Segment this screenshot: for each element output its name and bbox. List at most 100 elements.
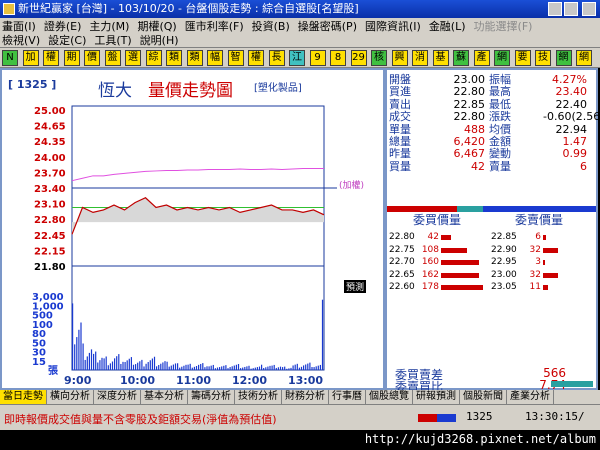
volume-tick-label: 15 (32, 357, 46, 368)
ask-row-0[interactable]: 22.85 6 (491, 231, 591, 243)
volume-bar (198, 364, 200, 370)
volume-bar (105, 356, 107, 370)
menu-item-6[interactable]: 操盤密碼(P) (298, 20, 357, 33)
close-button[interactable] (582, 2, 596, 16)
toolbar-button-15[interactable]: 9 (309, 50, 326, 66)
minimize-button[interactable] (548, 2, 562, 16)
depth-price: 23.00 (491, 269, 517, 280)
toolbar-button-25[interactable]: 要 (514, 50, 531, 66)
toolbar-button-2[interactable]: 權 (43, 50, 59, 66)
toolbar-button-23[interactable]: 產 (473, 50, 490, 66)
menu-item-4[interactable]: 匯市利率(F) (185, 20, 244, 33)
tab-11[interactable]: 產業分析 (507, 390, 554, 404)
volume-bar (258, 366, 261, 370)
menu-item-0[interactable]: 畫面(I) (2, 20, 36, 33)
menu-item-3[interactable]: 期權(Q) (137, 20, 176, 33)
menu-item-row2-1[interactable]: 設定(C) (48, 34, 86, 47)
toolbar-button-8[interactable]: 類 (166, 50, 182, 66)
toolbar-button-20[interactable]: 消 (412, 50, 428, 66)
toolbar-button-13[interactable]: 長 (268, 50, 285, 66)
toolbar-button-9[interactable]: 類 (186, 50, 203, 66)
toolbar-button-12[interactable]: 權 (248, 50, 264, 66)
tab-7[interactable]: 行事曆 (329, 390, 366, 404)
volume-bar (219, 367, 221, 370)
menu-item-2[interactable]: 主力(M) (89, 20, 129, 33)
toolbar-button-14[interactable]: 江 (289, 50, 305, 66)
toolbar-button-19[interactable]: 興 (391, 50, 408, 66)
menu-item-5[interactable]: 投資(B) (252, 20, 290, 33)
tab-3[interactable]: 基本分析 (141, 390, 188, 404)
toolbar-button-10[interactable]: 幅 (207, 50, 223, 66)
menu-item-7[interactable]: 國際資訊(I) (365, 20, 421, 33)
toolbar-button-11[interactable]: 智 (227, 50, 244, 66)
window-titlebar: 新世紀贏家 [台灣] - 103/10/20 - 台盤個股走勢 : 綜合自選股[… (0, 0, 600, 18)
volume-bar (149, 360, 151, 370)
depth-price: 22.60 (389, 282, 415, 293)
volume-bar (145, 363, 147, 370)
tab-10[interactable]: 個股新聞 (460, 390, 507, 404)
price-volume-chart[interactable]: 25.00 24.65 24.35 24.00 23.70 23.40 23.10 22.80… (2, 70, 383, 388)
tab-2[interactable]: 深度分析 (94, 390, 141, 404)
volume-bar (139, 361, 141, 370)
menu-bar: 畫面(I) 證券(E) 主力(M) 期權(Q) 匯市利率(F) 投資(B) 操盤密碼(P) 國… (0, 18, 600, 48)
toolbar-button-18[interactable]: 核 (371, 50, 387, 66)
toolbar-button-28[interactable]: 網 (576, 50, 592, 66)
toolbar-button-21[interactable]: 基 (432, 50, 449, 66)
toolbar-button-5[interactable]: 盤 (104, 50, 121, 66)
bid-row-0[interactable]: 22.80 42 (389, 231, 489, 243)
toolbar-button-26[interactable]: 技 (535, 50, 551, 66)
tab-8[interactable]: 個股總覽 (366, 390, 413, 404)
tab-4[interactable]: 籌碼分析 (188, 390, 235, 404)
volume-bar (101, 357, 103, 370)
toolbar-button-4[interactable]: 價 (84, 50, 100, 66)
volume-bar (244, 366, 246, 370)
toolbar-button-1[interactable]: 加 (22, 50, 39, 66)
toolbar-button-16[interactable]: 8 (330, 50, 346, 66)
maximize-button[interactable] (564, 2, 578, 16)
menu-item-9[interactable]: 功能選擇(F) (474, 20, 533, 33)
ask-row-4[interactable]: 23.05 11 (491, 281, 591, 293)
ask-row-3[interactable]: 23.00 32 (491, 269, 591, 281)
bid-row-2[interactable]: 22.70 160 (389, 256, 489, 268)
menu-item-8[interactable]: 金融(L) (429, 20, 466, 33)
toolbar-button-24[interactable]: 網 (494, 50, 510, 66)
menu-item-row2-2[interactable]: 工具(T) (94, 34, 131, 47)
toolbar-button-3[interactable]: 期 (63, 50, 80, 66)
ask-row-1[interactable]: 22.90 32 (491, 244, 591, 256)
price-tick-label: 21.80 (34, 262, 66, 273)
toolbar-button-7[interactable]: 綜 (145, 50, 162, 66)
toolbar-button-0[interactable]: N (2, 50, 18, 66)
volume-bar (321, 299, 324, 370)
bid-row-3[interactable]: 22.65 162 (389, 269, 489, 281)
forecast-button[interactable]: 預測 (344, 280, 367, 293)
bid-row-4[interactable]: 22.60 178 (389, 281, 489, 293)
volume-tick-label: 張 (48, 365, 59, 377)
volume-bar (237, 364, 240, 370)
menu-item-row2-0[interactable]: 檢視(V) (2, 34, 40, 47)
status-stock-code[interactable]: 1325 (466, 410, 493, 423)
ask-row-2[interactable]: 22.95 3 (491, 256, 591, 268)
tab-5[interactable]: 技術分析 (235, 390, 282, 404)
depth-volume: 178 (421, 282, 439, 293)
bid-row-1[interactable]: 22.75 108 (389, 244, 489, 256)
depth-price: 22.65 (389, 269, 415, 280)
menu-item-row2-3[interactable]: 說明(H) (140, 34, 179, 47)
tab-0[interactable]: 當日走勢 (0, 390, 47, 404)
volume-bar (265, 367, 267, 370)
volume-bar (135, 364, 137, 370)
volume-bar (84, 359, 86, 370)
toolbar-button-22[interactable]: 蘇 (453, 50, 469, 66)
volume-bar (300, 366, 303, 370)
toolbar-button-27[interactable]: 網 (555, 50, 572, 66)
volume-bar (93, 353, 95, 370)
tab-9[interactable]: 研報預測 (413, 390, 460, 404)
menu-item-1[interactable]: 證券(E) (44, 20, 82, 33)
plot-frame (71, 105, 325, 371)
toolbar-button-6[interactable]: 選 (125, 50, 141, 66)
toolbar-button-17[interactable]: 29 (350, 50, 367, 66)
tab-6[interactable]: 財務分析 (282, 390, 329, 404)
volume-bar (315, 366, 317, 370)
depth-bar (543, 247, 558, 253)
volume-bar (120, 363, 122, 370)
tab-1[interactable]: 橫向分析 (47, 390, 94, 404)
